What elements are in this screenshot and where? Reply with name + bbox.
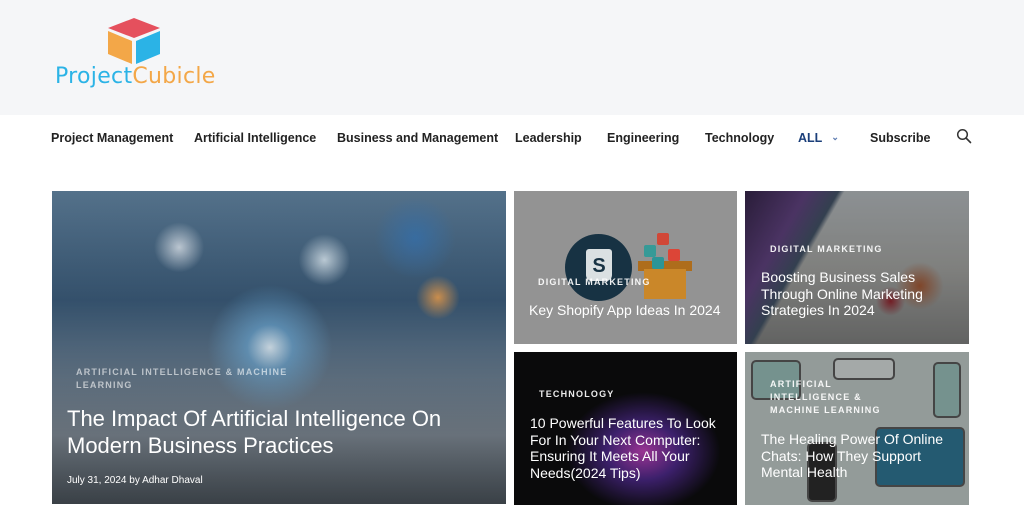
image-overlay	[745, 191, 969, 344]
chevron-down-icon: ⌄	[831, 132, 839, 142]
post-by: by	[129, 475, 140, 486]
brand-name-part2: Cubicle	[132, 64, 216, 89]
nav-item-project-management[interactable]: Project Management	[51, 131, 173, 145]
nav-item-artificial-intelligence[interactable]: Artificial Intelligence	[194, 131, 316, 145]
nav-item-engineering[interactable]: Engineering	[607, 131, 679, 145]
nav-item-all[interactable]: ALL ⌄	[798, 131, 839, 145]
image-overlay	[745, 352, 969, 505]
cube-logo-icon	[108, 18, 160, 64]
post-category[interactable]: Technology	[539, 388, 615, 401]
post-date: July 31, 2024	[67, 475, 127, 486]
post-card[interactable]: Digital Marketing Boosting Business Sale…	[745, 191, 969, 344]
site-header: ProjectCubicle	[0, 0, 1024, 115]
featured-post-card[interactable]: Artificial Intelligence & Machine Learni…	[52, 191, 506, 504]
nav-item-all-label: ALL	[798, 131, 823, 145]
nav-item-leadership[interactable]: Leadership	[515, 131, 582, 145]
nav-item-business-and-management[interactable]: Business and Management	[337, 131, 498, 145]
brand-name: ProjectCubicle	[55, 64, 216, 89]
brand-name-part1: Project	[55, 64, 133, 89]
post-card[interactable]: S Digital Marketing Key Shopify App Idea…	[514, 191, 737, 344]
image-overlay	[514, 191, 737, 344]
post-title[interactable]: Boosting Business Sales Through Online M…	[761, 269, 961, 319]
main-navigation: Project Management Artificial Intelligen…	[0, 115, 1024, 160]
search-icon[interactable]	[956, 128, 972, 144]
post-card[interactable]: Technology 10 Powerful Features To Look …	[514, 352, 737, 505]
post-category[interactable]: Artificial Intelligence & Machine Learni…	[770, 378, 890, 417]
nav-item-technology[interactable]: Technology	[705, 131, 774, 145]
post-category[interactable]: Digital Marketing	[770, 243, 883, 256]
site-logo[interactable]: ProjectCubicle	[55, 14, 225, 94]
post-title[interactable]: The Healing Power Of Online Chats: How T…	[761, 431, 961, 481]
post-title[interactable]: Key Shopify App Ideas In 2024	[529, 302, 734, 319]
post-meta: July 31, 2024 by Adhar Dhaval	[67, 475, 203, 486]
post-title[interactable]: The Impact Of Artificial Intelligence On…	[67, 405, 487, 459]
nav-item-subscribe[interactable]: Subscribe	[870, 131, 930, 145]
post-category[interactable]: Artificial Intelligence & Machine Learni…	[76, 366, 306, 392]
post-card[interactable]: Artificial Intelligence & Machine Learni…	[745, 352, 969, 505]
post-author[interactable]: Adhar Dhaval	[142, 475, 203, 486]
post-title[interactable]: 10 Powerful Features To Look For In Your…	[530, 415, 730, 481]
post-category[interactable]: Digital Marketing	[538, 276, 651, 289]
